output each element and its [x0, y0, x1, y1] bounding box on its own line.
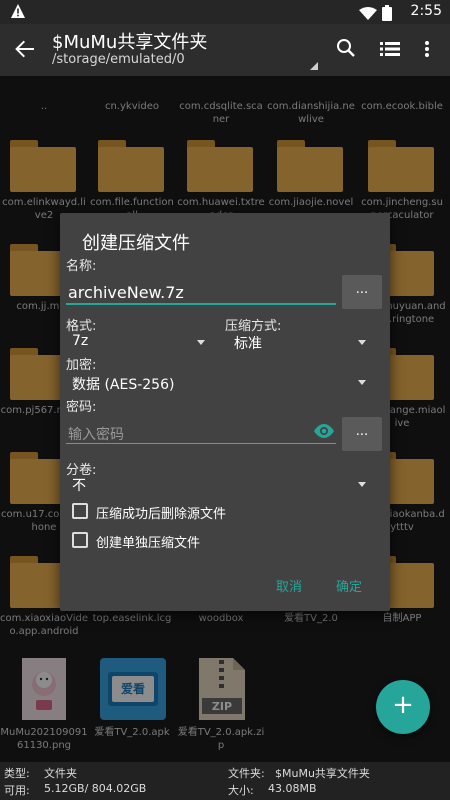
archive-name-input[interactable]: archiveNew.7z	[68, 283, 184, 302]
folder-value: $MuMu共享文件夹	[275, 767, 370, 780]
delete-source-label[interactable]: 压缩成功后删除源文件	[96, 503, 226, 522]
app-title: $MuMu共享文件夹	[52, 32, 208, 53]
encryption-select[interactable]: 数据 (AES-256)	[72, 374, 174, 394]
status-time: 2:55	[410, 3, 442, 19]
encryption-dropdown-icon[interactable]	[358, 380, 366, 385]
status-bar: 2:55	[0, 0, 450, 24]
format-dropdown-icon[interactable]	[197, 340, 205, 345]
password-input-underline	[66, 443, 336, 444]
name-input-underline	[66, 303, 336, 305]
wifi-icon	[358, 7, 377, 20]
available-label: 可用:	[4, 784, 30, 797]
app-bar: $MuMu共享文件夹 /storage/emulated/0	[0, 24, 450, 76]
compression-method-label: 压缩方式:	[225, 319, 282, 334]
password-options-button[interactable]: ...	[342, 417, 382, 451]
cancel-button[interactable]: 取消	[276, 576, 302, 595]
info-bar: 类型: 文件夹 可用: 5.12GB/ 804.02GB 文件夹: $MuMu共…	[0, 762, 450, 800]
ok-button[interactable]: 确定	[336, 576, 362, 595]
warning-icon	[11, 4, 25, 18]
format-select[interactable]: 7z	[72, 333, 88, 349]
method-dropdown-icon[interactable]	[358, 340, 366, 345]
encryption-label: 加密:	[66, 358, 97, 373]
folder-label: 文件夹:	[228, 767, 265, 780]
browse-location-button[interactable]: ...	[342, 275, 382, 309]
show-password-eye-icon[interactable]	[312, 423, 336, 439]
delete-source-checkbox[interactable]	[72, 503, 88, 519]
type-value: 文件夹	[44, 767, 77, 780]
name-label: 名称:	[66, 259, 97, 274]
back-arrow-icon[interactable]	[14, 38, 36, 60]
wifi-battery-icons	[358, 5, 392, 25]
create-archive-dialog: 创建压缩文件 名称: archiveNew.7z ... 格式: 7z 压缩方式…	[60, 213, 390, 611]
separate-archive-label[interactable]: 创建单独压缩文件	[96, 532, 200, 551]
split-dropdown-icon[interactable]	[358, 482, 366, 487]
type-label: 类型:	[4, 767, 30, 780]
plus-icon: +	[392, 690, 414, 720]
separate-archive-checkbox[interactable]	[72, 532, 88, 548]
dialog-title: 创建压缩文件	[82, 233, 190, 254]
more-options-icon[interactable]	[424, 40, 430, 58]
list-view-icon[interactable]	[380, 41, 400, 57]
format-label: 格式:	[66, 319, 97, 334]
battery-icon	[382, 5, 392, 21]
add-fab-button[interactable]: +	[376, 680, 430, 734]
compression-method-select[interactable]: 标准	[234, 333, 262, 353]
available-value: 5.12GB/ 804.02GB	[44, 782, 147, 795]
size-label: 大小:	[228, 784, 254, 797]
size-value: 43.08MB	[268, 782, 317, 795]
password-input[interactable]: 输入密码	[68, 424, 124, 444]
current-path[interactable]: /storage/emulated/0	[52, 52, 185, 67]
split-volume-select[interactable]: 不	[72, 475, 86, 495]
password-label: 密码:	[66, 400, 97, 415]
search-icon[interactable]	[336, 38, 356, 58]
path-corner-indicator	[310, 62, 318, 70]
